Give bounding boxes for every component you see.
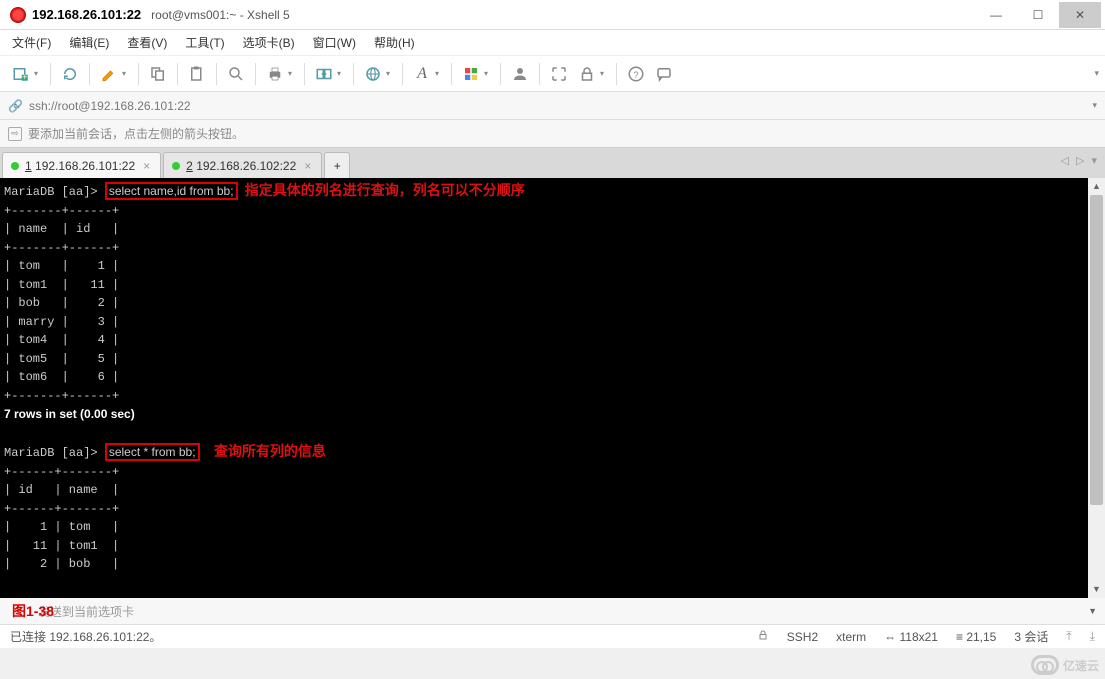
status-cursor: ≡ 21,15 bbox=[956, 630, 996, 644]
terminal-pane[interactable]: MariaDB [aa]> select name,id from bb; 指定… bbox=[0, 178, 1105, 598]
app-logo-icon bbox=[10, 7, 26, 23]
dropdown-arrow-icon[interactable]: ▾ bbox=[600, 69, 610, 78]
help-icon[interactable]: ? bbox=[623, 61, 649, 87]
tab-close-icon[interactable]: × bbox=[143, 159, 150, 173]
menu-tabs[interactable]: 选项卡(B) bbox=[243, 34, 295, 51]
tab-num: 1 bbox=[25, 159, 32, 173]
address-overflow-icon[interactable]: ▾ bbox=[1092, 100, 1097, 111]
status-down-icon[interactable]: ⤓ bbox=[1090, 629, 1095, 644]
session-link-icon: 🔗 bbox=[8, 99, 23, 113]
tab-num: 2 bbox=[186, 159, 193, 173]
file-transfer-icon[interactable] bbox=[311, 61, 337, 87]
svg-text:+: + bbox=[22, 72, 27, 82]
scroll-up-icon[interactable]: ▲ bbox=[1088, 178, 1105, 195]
find-icon[interactable] bbox=[223, 61, 249, 87]
dropdown-arrow-icon[interactable]: ▾ bbox=[34, 69, 44, 78]
session-tab-bar: 1 192.168.26.101:22 × 2 192.168.26.102:2… bbox=[0, 148, 1105, 178]
window-title-address: 192.168.26.101:22 bbox=[32, 7, 141, 22]
new-tab-button[interactable]: + bbox=[324, 152, 350, 178]
menu-tools[interactable]: 工具(T) bbox=[185, 34, 224, 51]
menu-bar: 文件(F) 编辑(E) 查看(V) 工具(T) 选项卡(B) 窗口(W) 帮助(… bbox=[0, 30, 1105, 56]
globe-icon[interactable] bbox=[360, 61, 386, 87]
menu-help[interactable]: 帮助(H) bbox=[374, 34, 415, 51]
toolbar: + ▾ ▾ ▾ ▾ ▾ A ▾ ▾ ▾ ? ▾ bbox=[0, 56, 1105, 92]
dropdown-arrow-icon[interactable]: ▾ bbox=[122, 69, 132, 78]
scroll-thumb[interactable] bbox=[1090, 195, 1103, 505]
new-session-icon[interactable]: + bbox=[8, 61, 34, 87]
font-icon[interactable]: A bbox=[409, 61, 435, 87]
status-dot-icon bbox=[172, 162, 180, 170]
copy-icon[interactable] bbox=[145, 61, 171, 87]
dropdown-arrow-icon[interactable]: ▾ bbox=[337, 69, 347, 78]
dropdown-arrow-icon[interactable]: ▾ bbox=[435, 69, 445, 78]
properties-icon[interactable] bbox=[96, 61, 122, 87]
dropdown-arrow-icon[interactable]: ▾ bbox=[484, 69, 494, 78]
send-input-bar[interactable]: 图1-38 发送到当前选项卡 ▼ bbox=[0, 598, 1105, 624]
menu-view[interactable]: 查看(V) bbox=[127, 34, 167, 51]
dropdown-arrow-icon[interactable]: ▾ bbox=[386, 69, 396, 78]
color-scheme-icon[interactable] bbox=[458, 61, 484, 87]
status-size: ⇔ 118x21 bbox=[884, 630, 938, 644]
status-connected: 已连接 192.168.26.101:22。 bbox=[10, 628, 161, 645]
address-bar: 🔗 ssh://root@192.168.26.101:22 ▾ bbox=[0, 92, 1105, 120]
menu-window[interactable]: 窗口(W) bbox=[313, 34, 356, 51]
figure-label: 图1-38 bbox=[12, 601, 54, 621]
add-session-arrow-icon[interactable]: ⇨ bbox=[8, 127, 22, 141]
title-bar: 192.168.26.101:22 root@vms001:~ - Xshell… bbox=[0, 0, 1105, 30]
menu-edit[interactable]: 编辑(E) bbox=[69, 34, 109, 51]
scroll-down-icon[interactable]: ▼ bbox=[1088, 581, 1105, 598]
reconnect-icon[interactable] bbox=[57, 61, 83, 87]
status-sessions: 3 会话 bbox=[1014, 628, 1048, 645]
menu-file[interactable]: 文件(F) bbox=[12, 34, 51, 51]
toolbar-overflow-icon[interactable]: ▾ bbox=[1094, 68, 1099, 79]
watermark-logo-icon bbox=[1031, 655, 1059, 675]
tab-nav-arrows[interactable]: ◁ ▷ ▾ bbox=[1060, 154, 1099, 167]
session-tab-2[interactable]: 2 192.168.26.102:22 × bbox=[163, 152, 322, 178]
status-dot-icon bbox=[11, 162, 19, 170]
status-lock-icon bbox=[757, 629, 769, 644]
paste-icon[interactable] bbox=[184, 61, 210, 87]
status-term: xterm bbox=[836, 630, 866, 644]
user-icon[interactable] bbox=[507, 61, 533, 87]
status-protocol: SSH2 bbox=[787, 630, 818, 644]
dropdown-arrow-icon[interactable]: ▾ bbox=[288, 69, 298, 78]
tab-label: 192.168.26.101:22 bbox=[35, 159, 135, 173]
close-button[interactable]: ✕ bbox=[1059, 2, 1101, 28]
status-bar: 已连接 192.168.26.101:22。 SSH2 xterm ⇔ 118x… bbox=[0, 624, 1105, 648]
session-tab-1[interactable]: 1 192.168.26.101:22 × bbox=[2, 152, 161, 178]
maximize-button[interactable]: ☐ bbox=[1017, 2, 1059, 28]
status-up-icon[interactable]: ⤒ bbox=[1066, 629, 1071, 644]
terminal-content: MariaDB [aa]> select name,id from bb; 指定… bbox=[4, 182, 1105, 574]
scrollbar[interactable]: ▲ ▼ bbox=[1088, 178, 1105, 598]
hint-text: 要添加当前会话，点击左侧的箭头按钮。 bbox=[28, 125, 244, 142]
lock-icon[interactable] bbox=[574, 61, 600, 87]
send-dropdown-icon[interactable]: ▼ bbox=[1088, 606, 1097, 616]
watermark: 亿速云 bbox=[1031, 655, 1099, 675]
fullscreen-icon[interactable] bbox=[546, 61, 572, 87]
minimize-button[interactable]: — bbox=[975, 2, 1017, 28]
tab-label: 192.168.26.102:22 bbox=[196, 159, 296, 173]
address-url[interactable]: ssh://root@192.168.26.101:22 bbox=[29, 99, 191, 113]
tab-close-icon[interactable]: × bbox=[304, 159, 311, 173]
chat-icon[interactable] bbox=[651, 61, 677, 87]
svg-text:?: ? bbox=[633, 69, 638, 79]
print-icon[interactable] bbox=[262, 61, 288, 87]
hint-bar: ⇨ 要添加当前会话，点击左侧的箭头按钮。 bbox=[0, 120, 1105, 148]
window-title-rest: root@vms001:~ - Xshell 5 bbox=[151, 8, 290, 22]
